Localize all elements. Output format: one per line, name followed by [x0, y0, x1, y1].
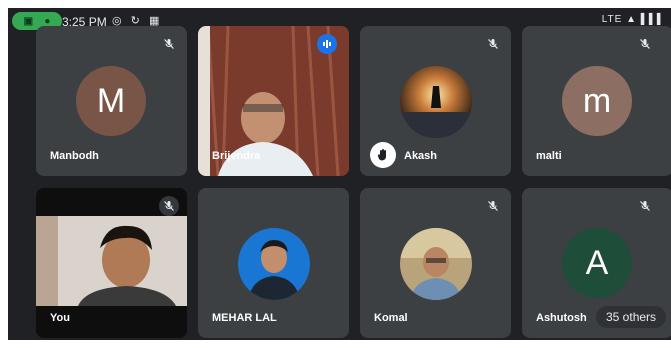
participant-name: Komal [374, 312, 408, 324]
participant-name: MEHAR LAL [212, 312, 277, 324]
participant-tile-manbodh[interactable]: M Manbodh [36, 26, 187, 176]
participant-name: malti [536, 150, 562, 162]
others-count-button[interactable]: 35 others [596, 306, 667, 328]
participant-tile-malti[interactable]: m malti [522, 26, 671, 176]
mic-icon: ● [44, 15, 51, 27]
participant-name: Manbodh [50, 150, 99, 162]
mic-off-icon [159, 196, 179, 216]
participant-name: You [50, 312, 70, 324]
raised-hand-icon [370, 142, 396, 168]
mic-off-icon [635, 196, 655, 216]
participant-tile-you[interactable]: You [36, 188, 187, 338]
mic-off-icon [483, 34, 503, 54]
mic-off-icon [635, 34, 655, 54]
avatar: m [562, 66, 632, 136]
camera-icon: ▣ [23, 15, 34, 27]
participant-tile-brijendra[interactable]: Brijendra [198, 26, 349, 176]
participant-tile-komal[interactable]: Komal [360, 188, 511, 338]
mic-off-icon [483, 196, 503, 216]
participant-name: Brijendra [212, 150, 261, 162]
signal-icons: LTE ▲ ▌▌▌ [601, 14, 665, 25]
avatar [400, 228, 472, 300]
participant-name: Akash [404, 150, 438, 162]
participant-name: Ashutosh [536, 312, 587, 324]
avatar [400, 66, 472, 138]
meeting-screen: ▣ ● 3:25 PM ◎ ↻ ▦ LTE ▲ ▌▌▌ M Manbodh Br… [8, 8, 671, 340]
participant-tile-akash[interactable]: Akash [360, 26, 511, 176]
mic-off-icon [159, 34, 179, 54]
speaking-indicator-icon [317, 34, 337, 54]
avatar: M [76, 66, 146, 136]
participant-tile-mehar-lal[interactable]: MEHAR LAL [198, 188, 349, 338]
avatar: A [562, 228, 632, 298]
avatar [238, 228, 310, 300]
